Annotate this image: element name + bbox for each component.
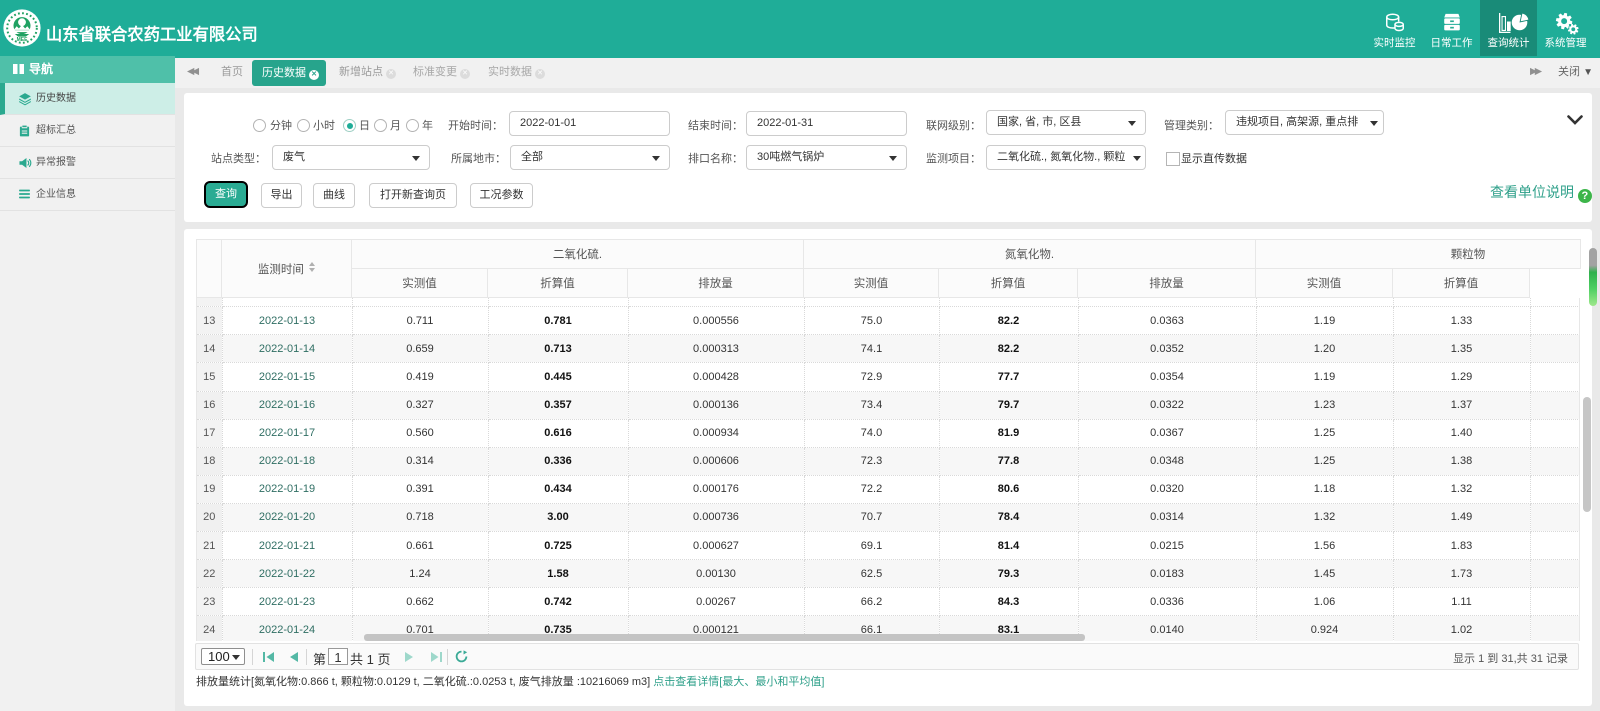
svg-text:MEE: MEE	[17, 37, 29, 43]
